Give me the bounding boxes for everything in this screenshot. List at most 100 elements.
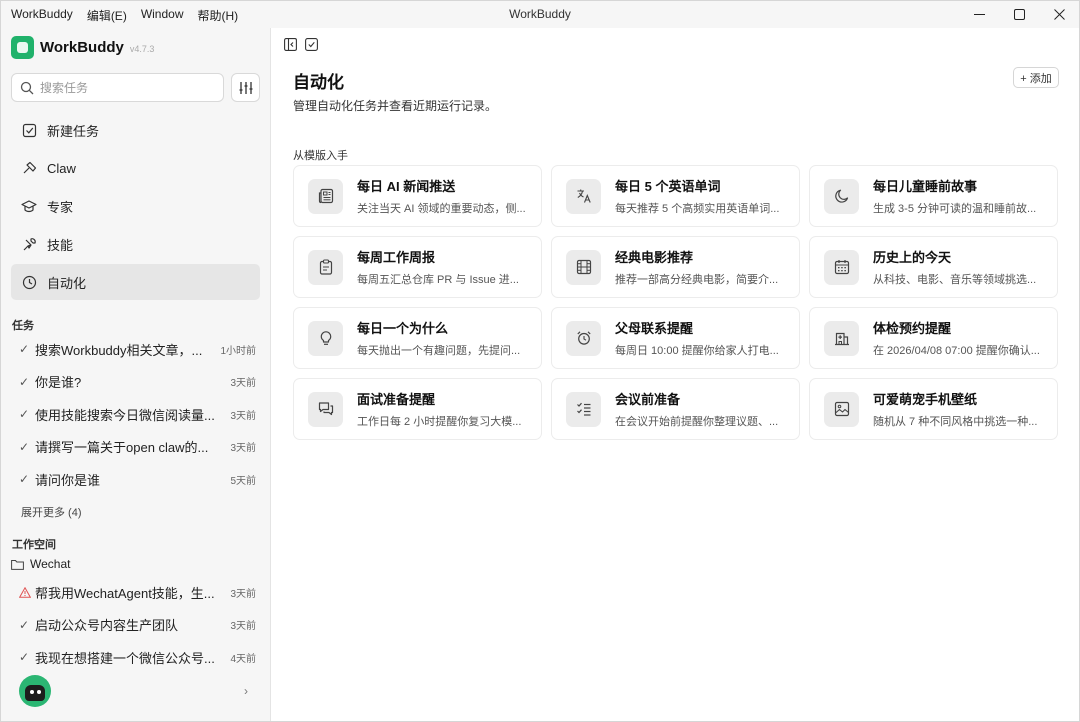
card-title: 体检预约提醒	[873, 321, 952, 336]
template-card-ai-news[interactable]: 每日 AI 新闻推送 关注当天 AI 领域的重要动态，侧...	[293, 165, 542, 227]
task-time: 3天前	[230, 588, 256, 600]
sidebar-item-automation[interactable]: 自动化	[11, 264, 260, 300]
task-time: 1小时前	[220, 345, 256, 357]
add-automation-button[interactable]: + 添加	[1013, 67, 1059, 88]
template-card-movie[interactable]: 经典电影推荐 推荐一部高分经典电影，简要介...	[551, 236, 800, 298]
menu-workbuddy[interactable]: WorkBuddy	[11, 7, 73, 24]
card-description: 生成 3-5 分钟可读的温和睡前故...	[873, 203, 1037, 215]
sidebar-item-label: Claw	[47, 160, 76, 176]
expert-icon	[21, 198, 37, 214]
template-card-pet-wallpaper[interactable]: 可爱萌宠手机壁纸 随机从 7 种不同风格中挑选一种...	[809, 378, 1058, 440]
task-item[interactable]: ✓ 你是谁? 3天前	[11, 366, 260, 399]
task-item[interactable]: ✓ 我现在想搭建一个微信公众号... 4天前	[11, 641, 260, 674]
template-card-checkup-reminder[interactable]: 体检预约提醒 在 2026/04/08 07:00 提醒你确认...	[809, 307, 1058, 369]
check-icon: ✓	[19, 617, 30, 632]
card-description: 关注当天 AI 领域的重要动态，侧...	[357, 203, 526, 215]
calendar-icon	[824, 249, 859, 285]
template-card-weekly-report[interactable]: 每周工作周报 每周五汇总仓库 PR 与 Issue 进...	[293, 236, 542, 298]
toggle-sidebar-button[interactable]	[283, 37, 297, 51]
template-card-meeting-prep[interactable]: 会议前准备 在会议开始前提醒你整理议题、...	[551, 378, 800, 440]
card-title: 历史上的今天	[873, 250, 952, 265]
warning-icon	[19, 586, 31, 598]
avatar[interactable]	[19, 675, 51, 707]
brand-version: v4.7.3	[129, 43, 155, 54]
moon-icon	[824, 178, 859, 214]
card-title: 每日 AI 新闻推送	[357, 179, 456, 194]
card-description: 随机从 7 种不同风格中挑选一种...	[873, 416, 1038, 428]
check-icon: ✓	[19, 439, 30, 454]
new-task-icon	[304, 37, 318, 51]
task-title: 帮我用WechatAgent技能，生...	[35, 585, 215, 601]
card-description: 每天抛出一个有趣问题，先提问...	[357, 345, 521, 357]
task-item[interactable]: 帮我用WechatAgent技能，生... 3天前	[11, 576, 260, 609]
new-task-icon	[21, 122, 37, 138]
sidebar-item-new-task[interactable]: 新建任务	[11, 112, 260, 148]
close-icon	[1053, 9, 1065, 20]
page-subtitle: 管理自动化任务并查看近期运行记录。	[293, 99, 498, 113]
sidebar-item-claw[interactable]: Claw	[11, 150, 260, 186]
folder-icon	[11, 559, 24, 570]
card-title: 经典电影推荐	[615, 250, 694, 265]
task-item[interactable]: ✓ 搜索Workbuddy相关文章，... 1小时前	[11, 333, 260, 366]
task-time: 3天前	[230, 410, 256, 422]
template-card-parents-reminder[interactable]: 父母联系提醒 每周日 10:00 提醒你给家人打电...	[551, 307, 800, 369]
workspace-folder[interactable]: Wechat	[11, 557, 70, 571]
close-button[interactable]	[1039, 1, 1079, 28]
translate-icon	[566, 178, 601, 214]
check-icon: ✓	[19, 407, 30, 422]
task-item[interactable]: ✓ 请问你是谁 5天前	[11, 463, 260, 496]
sidebar-nav: 新建任务 Claw 专家 技能 自动化	[11, 112, 260, 302]
task-time: 3天前	[230, 378, 256, 390]
card-title: 每日一个为什么	[357, 321, 449, 336]
task-title: 请撰写一篇关于open claw的...	[35, 440, 209, 456]
task-time: 3天前	[230, 443, 256, 455]
search-icon	[20, 81, 34, 94]
sidebar-item-label: 技能	[47, 237, 74, 253]
card-description: 在 2026/04/08 07:00 提醒你确认...	[873, 345, 1040, 357]
maximize-icon	[1013, 9, 1025, 20]
film-icon	[566, 249, 601, 285]
menu-edit[interactable]: 编辑(E)	[87, 7, 127, 24]
maximize-button[interactable]	[999, 1, 1039, 28]
template-card-bedtime-story[interactable]: 每日儿童睡前故事 生成 3-5 分钟可读的温和睡前故...	[809, 165, 1058, 227]
card-title: 每日儿童睡前故事	[873, 179, 978, 194]
chevron-right-icon[interactable]: ›	[244, 684, 248, 698]
app-window: WorkBuddy 编辑(E) Window 帮助(H) WorkBuddy W…	[0, 0, 1080, 722]
sidebar-item-expert[interactable]: 专家	[11, 188, 260, 224]
card-description: 每周五汇总仓库 PR 与 Issue 进...	[357, 274, 519, 286]
checklist-icon	[566, 391, 601, 427]
task-item[interactable]: ✓ 启动公众号内容生产团队 3天前	[11, 609, 260, 642]
filter-button[interactable]	[231, 73, 260, 102]
task-title: 我现在想搭建一个微信公众号...	[35, 650, 215, 666]
task-item[interactable]: ✓ 使用技能搜索今日微信阅读量... 3天前	[11, 398, 260, 431]
task-item[interactable]: ✓ 请撰写一篇关于open claw的... 3天前	[11, 431, 260, 464]
window-controls	[959, 1, 1079, 28]
task-title: 你是谁?	[35, 375, 82, 391]
new-task-toolbar-button[interactable]	[304, 37, 318, 51]
sidebar-item-label: 自动化	[47, 275, 87, 291]
main-panel: 自动化 管理自动化任务并查看近期运行记录。 + 添加 从模版入手 每日 AI 新…	[272, 28, 1079, 721]
search-box[interactable]	[11, 73, 224, 102]
minimize-icon	[973, 14, 985, 15]
check-icon: ✓	[19, 650, 30, 665]
minimize-button[interactable]	[959, 1, 999, 28]
template-card-daily-why[interactable]: 每日一个为什么 每天抛出一个有趣问题，先提问...	[293, 307, 542, 369]
sidebar-item-skills[interactable]: 技能	[11, 226, 260, 262]
expand-more-link[interactable]: 展开更多 (4)	[21, 504, 82, 520]
lightbulb-icon	[308, 320, 343, 356]
workspace-task-list: 帮我用WechatAgent技能，生... 3天前 ✓ 启动公众号内容生产团队 …	[11, 576, 260, 674]
sidebar: WorkBuddy v4.7.3 新建任务	[1, 28, 271, 721]
sidebar-item-label: 专家	[47, 199, 74, 215]
template-card-history-today[interactable]: 历史上的今天 从科技、电影、音乐等领域挑选...	[809, 236, 1058, 298]
search-input[interactable]	[40, 80, 210, 95]
template-grid: 每日 AI 新闻推送 关注当天 AI 领域的重要动态，侧... 每日 5 个英语…	[293, 165, 1058, 440]
task-time: 5天前	[230, 475, 256, 487]
workspace-section-label: 工作空间	[12, 539, 56, 551]
tasks-section-label: 任务	[12, 320, 34, 332]
template-card-english-words[interactable]: 每日 5 个英语单词 每天推荐 5 个高频实用英语单词...	[551, 165, 800, 227]
task-title: 搜索Workbuddy相关文章，...	[35, 342, 203, 358]
menu-window[interactable]: Window	[141, 7, 184, 24]
menu-help[interactable]: 帮助(H)	[198, 7, 239, 24]
template-card-interview-prep[interactable]: 面试准备提醒 工作日每 2 小时提醒你复习大模...	[293, 378, 542, 440]
task-title: 启动公众号内容生产团队	[35, 618, 179, 634]
